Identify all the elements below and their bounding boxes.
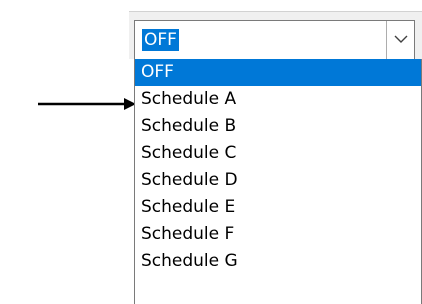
- schedule-combobox: OFF: [129, 11, 422, 60]
- schedule-select[interactable]: OFF: [134, 20, 415, 60]
- option-schedule-e[interactable]: Schedule E: [135, 194, 421, 221]
- dropdown-list: OFF Schedule A Schedule B Schedule C Sch…: [134, 59, 422, 304]
- option-schedule-b[interactable]: Schedule B: [135, 113, 421, 140]
- option-schedule-g[interactable]: Schedule G: [135, 248, 421, 275]
- selected-value: OFF: [142, 29, 179, 51]
- option-schedule-f[interactable]: Schedule F: [135, 221, 421, 248]
- dropdown-button[interactable]: [386, 21, 414, 59]
- pointer-arrow-icon: [0, 96, 136, 115]
- option-schedule-d[interactable]: Schedule D: [135, 167, 421, 194]
- chevron-down-icon: [394, 35, 408, 43]
- option-off[interactable]: OFF: [135, 59, 421, 86]
- option-schedule-a[interactable]: Schedule A: [135, 86, 421, 113]
- screenshot: OFF OFF Schedule A Schedule B Schedule C…: [0, 0, 422, 304]
- option-schedule-c[interactable]: Schedule C: [135, 140, 421, 167]
